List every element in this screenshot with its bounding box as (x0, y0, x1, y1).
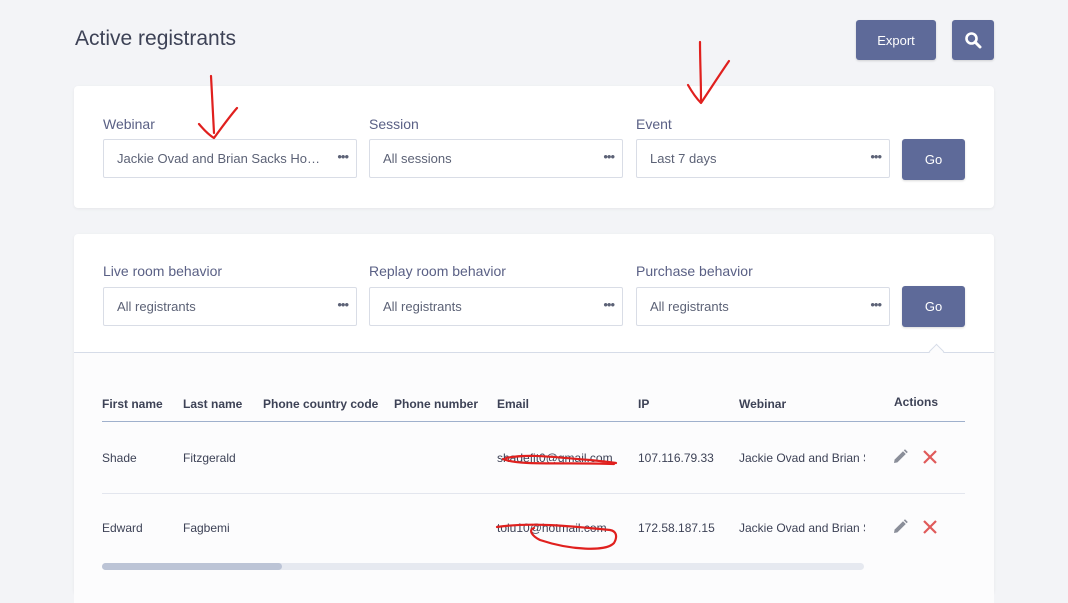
cell-webinar: Jackie Ovad and Brian S (739, 451, 865, 465)
live-room-label: Live room behavior (103, 263, 223, 279)
webinar-select[interactable]: Jackie Ovad and Brian Sacks Hom... ••• (103, 139, 357, 178)
session-select[interactable]: All sessions ••• (369, 139, 623, 178)
cell-email: tolu10@hotmail.com (497, 521, 607, 535)
replay-room-select[interactable]: All registrants ••• (369, 287, 623, 326)
webinar-label: Webinar (103, 116, 155, 132)
behavior-go-button[interactable]: Go (902, 286, 965, 327)
header-divider (102, 421, 965, 422)
behavior-card: Live room behavior All registrants ••• R… (74, 234, 994, 603)
pencil-icon (894, 519, 908, 533)
edit-button[interactable] (891, 448, 909, 466)
live-room-select[interactable]: All registrants ••• (103, 287, 357, 326)
registrants-table: First name Last name Phone country code … (74, 352, 994, 603)
session-label: Session (369, 116, 419, 132)
event-label: Event (636, 116, 672, 132)
replay-room-label: Replay room behavior (369, 263, 506, 279)
column-header: First name (102, 397, 163, 411)
more-icon: ••• (603, 149, 615, 164)
more-icon: ••• (870, 149, 882, 164)
edit-button[interactable] (891, 518, 909, 536)
column-header: Last name (183, 397, 243, 411)
column-header: Phone number (394, 397, 479, 411)
delete-button[interactable] (921, 448, 939, 466)
cell-last-name: Fagbemi (183, 521, 230, 535)
close-icon (923, 450, 937, 464)
purchase-label: Purchase behavior (636, 263, 753, 279)
event-select-value: Last 7 days (650, 151, 717, 166)
more-icon: ••• (337, 297, 349, 312)
search-icon (965, 32, 982, 49)
more-icon: ••• (603, 297, 615, 312)
column-header: Webinar (739, 397, 787, 411)
webinar-select-value: Jackie Ovad and Brian Sacks Hom... (117, 151, 323, 166)
cell-email: shadefit0@gmail.com (497, 451, 613, 465)
close-icon (923, 520, 937, 534)
delete-button[interactable] (921, 518, 939, 536)
cell-ip: 172.58.187.15 (638, 521, 715, 535)
live-room-select-value: All registrants (117, 299, 196, 314)
cell-webinar: Jackie Ovad and Brian S (739, 521, 865, 535)
column-header: Phone country code (263, 397, 379, 411)
more-icon: ••• (337, 149, 349, 164)
cell-last-name: Fitzgerald (183, 451, 236, 465)
cell-first-name: Shade (102, 451, 137, 465)
cell-first-name: Edward (102, 521, 143, 535)
purchase-select-value: All registrants (650, 299, 729, 314)
filter-card: Webinar Jackie Ovad and Brian Sacks Hom.… (74, 86, 994, 208)
search-button[interactable] (952, 20, 994, 60)
purchase-select[interactable]: All registrants ••• (636, 287, 890, 326)
scrollbar-thumb[interactable] (102, 563, 282, 570)
session-select-value: All sessions (383, 151, 452, 166)
page-title: Active registrants (75, 27, 237, 50)
horizontal-scrollbar[interactable] (102, 563, 864, 570)
column-header: Actions (894, 395, 939, 409)
column-header: Email (497, 397, 530, 411)
replay-room-select-value: All registrants (383, 299, 462, 314)
row-divider (102, 493, 965, 494)
export-button[interactable]: Export (856, 20, 936, 60)
column-header: IP (638, 397, 650, 411)
more-icon: ••• (870, 297, 882, 312)
event-select[interactable]: Last 7 days ••• (636, 139, 890, 178)
pencil-icon (894, 449, 908, 463)
cell-ip: 107.116.79.33 (638, 451, 714, 465)
filter-go-button[interactable]: Go (902, 139, 965, 180)
